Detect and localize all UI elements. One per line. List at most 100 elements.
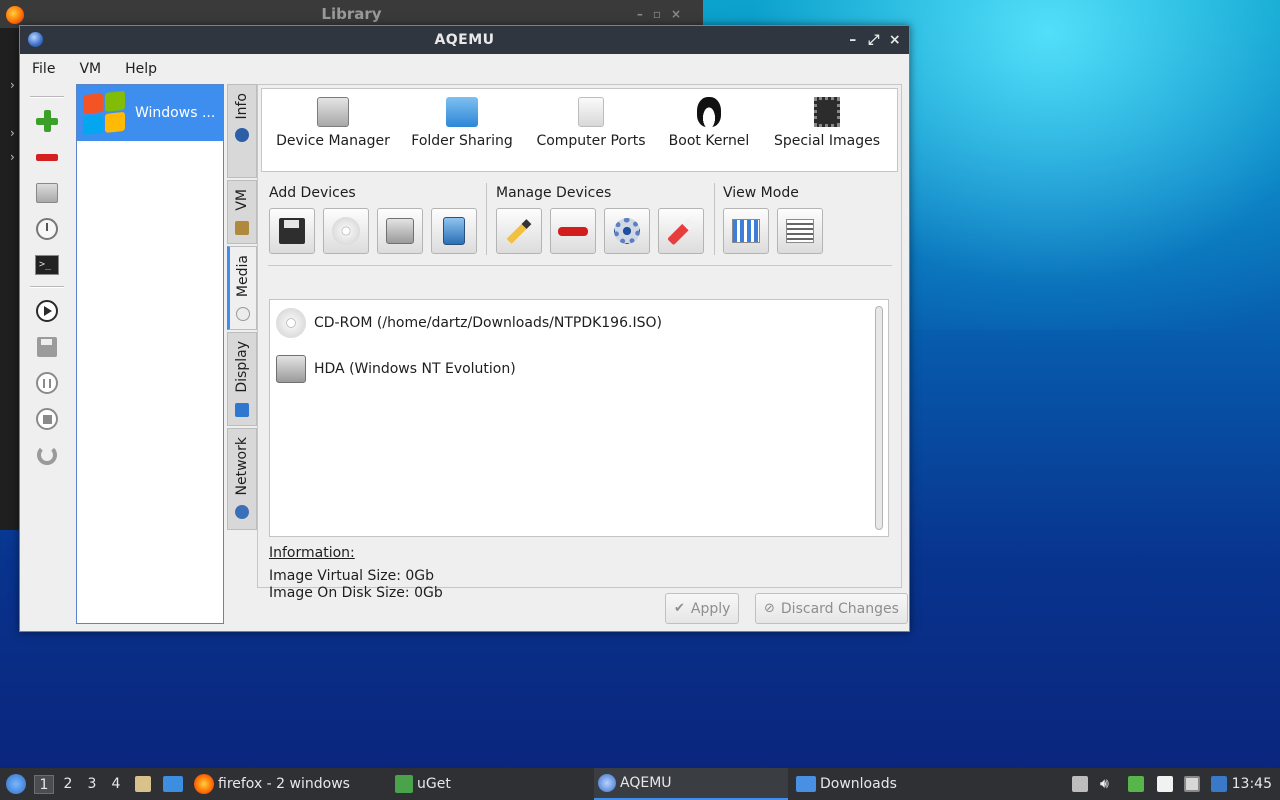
start-vm-button[interactable] xyxy=(32,296,62,326)
device-list[interactable]: CD-ROM (/home/dartz/Downloads/NTPDK196.I… xyxy=(269,299,889,537)
apply-button[interactable]: ✔ Apply xyxy=(665,593,740,624)
delete-vm-button[interactable] xyxy=(32,142,62,172)
device-list-item[interactable]: CD-ROM (/home/dartz/Downloads/NTPDK196.I… xyxy=(270,300,888,346)
menu-file[interactable]: File xyxy=(24,61,63,77)
add-vm-button[interactable] xyxy=(32,106,62,136)
eraser-icon xyxy=(667,217,695,245)
edit-device-button[interactable] xyxy=(496,208,542,254)
tab-media-label: Media xyxy=(235,255,251,298)
notification-icon[interactable] xyxy=(1211,776,1227,792)
aqemu-app-icon xyxy=(28,32,43,47)
workspace-1[interactable]: 1 xyxy=(34,775,54,794)
folder-icon xyxy=(163,776,183,792)
category-special-images[interactable]: Special Images xyxy=(772,89,882,173)
clock-icon xyxy=(36,218,58,240)
add-devices-label: Add Devices xyxy=(269,185,356,201)
hdd-icon xyxy=(386,218,414,244)
add-hdd-button[interactable] xyxy=(377,208,423,254)
category-device-manager[interactable]: Device Manager xyxy=(270,89,396,173)
manage-devices-label: Manage Devices xyxy=(496,185,612,201)
vm-schedule-button[interactable] xyxy=(32,214,62,244)
menu-help[interactable]: Help xyxy=(117,61,165,77)
uget-icon xyxy=(395,775,413,793)
maximize-button[interactable]: ⤢ xyxy=(864,26,884,54)
apply-label: Apply xyxy=(690,600,731,617)
device-list-scrollbar[interactable] xyxy=(875,306,883,530)
library-window-controls[interactable]: –▫× xyxy=(637,0,691,28)
remove-icon xyxy=(558,226,588,236)
device-settings-button[interactable] xyxy=(604,208,650,254)
tab-info[interactable]: Info xyxy=(227,84,257,178)
toolbar-separator xyxy=(30,286,64,288)
save-icon xyxy=(37,337,57,357)
menu-vm[interactable]: VM xyxy=(71,61,109,77)
stop-vm-button[interactable] xyxy=(32,404,62,434)
hard-drive-icon xyxy=(317,97,349,127)
tab-vm[interactable]: VM xyxy=(227,180,257,244)
add-flash-button[interactable] xyxy=(431,208,477,254)
category-folder-sharing[interactable]: Folder Sharing xyxy=(406,89,518,173)
minus-icon xyxy=(36,153,58,161)
pause-vm-button[interactable] xyxy=(32,368,62,398)
tab-media[interactable]: Media xyxy=(227,246,257,330)
disk-icon xyxy=(36,183,58,203)
network-icon[interactable] xyxy=(1184,776,1200,792)
play-icon xyxy=(36,300,58,322)
taskbar-firefox[interactable]: firefox - 2 windows xyxy=(194,768,390,800)
volume-icon[interactable]: 🔊︎ xyxy=(1100,776,1116,792)
list-view-button[interactable] xyxy=(777,208,823,254)
workspace-3[interactable]: 3 xyxy=(82,775,102,794)
tab-network[interactable]: Network xyxy=(227,428,257,530)
workspace-4[interactable]: 4 xyxy=(106,775,126,794)
tab-network-label: Network xyxy=(234,437,250,496)
tab-vm-label: VM xyxy=(234,189,250,211)
expand-arrow-icon[interactable]: › xyxy=(10,126,15,140)
save-vm-button[interactable] xyxy=(32,332,62,362)
cancel-icon: ⊘ xyxy=(764,601,775,616)
category-boot-kernel[interactable]: Boot Kernel xyxy=(666,89,752,173)
file-manager-launcher[interactable] xyxy=(163,768,187,800)
gear-icon xyxy=(614,218,640,244)
taskbar-uget[interactable]: uGet xyxy=(395,768,591,800)
taskbar-uget-label: uGet xyxy=(417,776,451,792)
discard-changes-button[interactable]: ⊘ Discard Changes xyxy=(755,593,908,624)
show-desktop-button[interactable] xyxy=(135,768,155,800)
category-label: Device Manager xyxy=(276,133,390,149)
window-titlebar[interactable]: AQEMU – ⤢ × xyxy=(20,26,909,54)
toolbar-separator xyxy=(30,96,64,98)
add-cdrom-button[interactable] xyxy=(323,208,369,254)
uget-tray-icon[interactable] xyxy=(1128,776,1144,792)
vm-console-button[interactable]: >_ xyxy=(32,250,62,280)
taskbar-aqemu[interactable]: AQEMU xyxy=(594,768,788,800)
tab-info-label: Info xyxy=(234,93,250,120)
clear-device-button[interactable] xyxy=(658,208,704,254)
taskbar-downloads[interactable]: Downloads xyxy=(796,768,992,800)
reset-vm-button[interactable] xyxy=(32,440,62,470)
monitor-icon xyxy=(235,402,249,417)
remove-device-button[interactable] xyxy=(550,208,596,254)
group-separator xyxy=(486,183,487,255)
workspace-2[interactable]: 2 xyxy=(58,775,78,794)
close-button[interactable]: × xyxy=(885,26,905,54)
stop-icon xyxy=(36,408,58,430)
clipboard-icon[interactable] xyxy=(1157,776,1173,792)
tab-display[interactable]: Display xyxy=(227,332,257,426)
tools-icon xyxy=(235,220,249,235)
taskbar-clock[interactable]: 13:45 xyxy=(1232,768,1272,800)
add-floppy-button[interactable] xyxy=(269,208,315,254)
section-divider xyxy=(268,265,892,266)
eject-icon[interactable] xyxy=(1072,776,1088,792)
device-label: HDA (Windows NT Evolution) xyxy=(314,361,516,377)
expand-arrow-icon[interactable]: › xyxy=(10,150,15,164)
vm-name: Windows ... xyxy=(135,105,216,121)
window-title: AQEMU xyxy=(434,32,495,48)
icon-view-button[interactable] xyxy=(723,208,769,254)
vm-list-item[interactable]: Windows ... xyxy=(77,85,223,141)
vm-list[interactable]: Windows ... xyxy=(76,84,224,624)
minimize-button[interactable]: – xyxy=(843,26,863,54)
device-list-item[interactable]: HDA (Windows NT Evolution) xyxy=(270,346,888,392)
vm-disk-button[interactable] xyxy=(32,178,62,208)
expand-arrow-icon[interactable]: › xyxy=(10,78,15,92)
start-menu-button[interactable] xyxy=(6,768,30,800)
category-computer-ports[interactable]: Computer Ports xyxy=(532,89,650,173)
